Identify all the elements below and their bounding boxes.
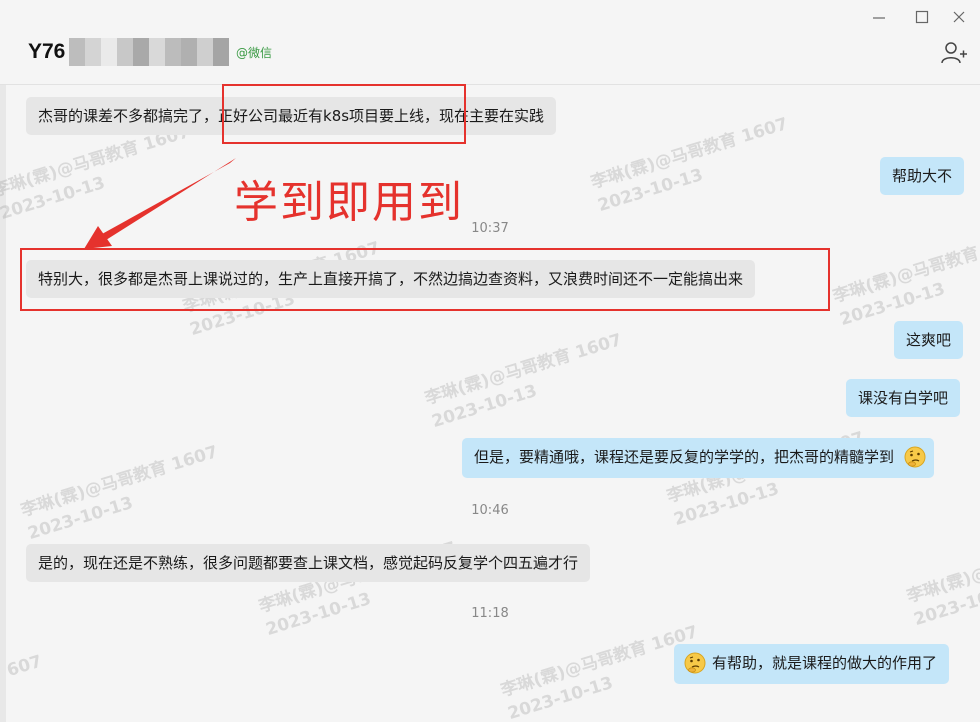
maximize-icon [915, 10, 929, 24]
watermark: 李琳(霖)@马哥教育 16072023-10-13 [18, 442, 221, 544]
message-bubble-incoming[interactable]: 是的，现在还是不熟练，很多问题都要查上课文档，感觉起码反复学个四五遍才行 [26, 544, 591, 582]
watermark: 李琳(霖)@马哥教育 16072023-10-13 [588, 114, 791, 216]
timestamp: 10:37 [471, 221, 509, 236]
watermark: 李琳(霖)@马哥教育 16072023-10-13 [422, 330, 625, 432]
add-person-icon [941, 42, 967, 64]
add-member-button[interactable] [940, 40, 968, 66]
message-bubble-outgoing[interactable]: 这爽吧 [894, 321, 964, 359]
watermark: 李琳(霖)@马哥教育 16072023-10-13 [0, 122, 193, 224]
message-bubble-outgoing[interactable]: 帮助大不 [880, 157, 965, 195]
message-text: 但是，要精通哦，课程还是要反复的学学的，把杰哥的精髓学到 [474, 448, 895, 466]
highlight-box [222, 84, 466, 144]
timestamp: 10:46 [471, 503, 509, 518]
thinking-face-emoji [904, 446, 926, 468]
watermark: 李琳(霖)@马哥教育 16072023-10-13 [830, 228, 980, 330]
close-icon [953, 11, 965, 23]
chat-title: Y76 [28, 38, 230, 66]
thinking-face-emoji [684, 652, 706, 674]
title-bar: Y76 @微信 [0, 0, 980, 85]
redacted-name-mosaic [69, 38, 230, 66]
message-bubble-outgoing[interactable]: 课没有白学吧 [846, 379, 961, 417]
close-button[interactable] [944, 6, 974, 28]
wechat-tag: @微信 [236, 46, 273, 60]
timestamp: 11:18 [471, 606, 509, 621]
message-bubble-outgoing[interactable]: 有帮助，就是课程的做大的作用了 [674, 644, 950, 684]
message-bubble-outgoing[interactable]: 但是，要精通哦，课程还是要反复的学学的，把杰哥的精髓学到 [462, 438, 935, 478]
highlight-box [20, 248, 830, 311]
minimize-button[interactable] [864, 6, 894, 28]
message-text: 有帮助，就是课程的做大的作用了 [712, 654, 938, 672]
minimize-icon [873, 17, 885, 19]
watermark: 607 [4, 651, 45, 682]
chat-window: Y76 @微信 李琳(霖)@马哥教育 1607 2023-10-13 李琳(霖)… [0, 0, 980, 722]
annotation-caption: 学到即用到 [234, 177, 464, 228]
maximize-button[interactable] [907, 6, 937, 28]
chat-title-text: Y76 [28, 40, 66, 63]
